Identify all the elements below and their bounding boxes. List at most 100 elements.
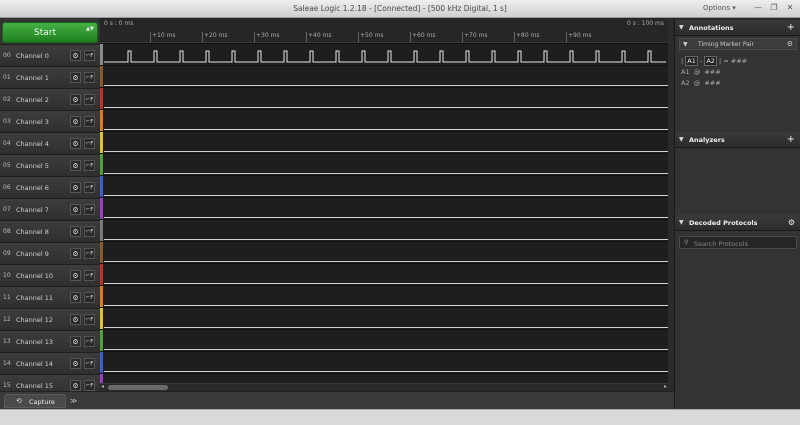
- channel-name[interactable]: Channel 12: [16, 316, 53, 324]
- channel-color-stripe: [100, 352, 103, 374]
- a2-button[interactable]: A2: [704, 56, 717, 66]
- channel-row[interactable]: 14 Channel 14 ⚙ ⌐F: [0, 352, 100, 374]
- channel-name[interactable]: Channel 8: [16, 228, 49, 236]
- analyzers-body: [675, 148, 800, 215]
- scroll-left-icon[interactable]: ◂: [101, 383, 104, 390]
- minimize-button[interactable]: —: [752, 2, 764, 14]
- ruler-tick-label: +30 ms: [256, 32, 280, 39]
- channel-trigger-icon[interactable]: ⌐F: [84, 314, 95, 325]
- channel-row[interactable]: 07 Channel 7 ⚙ ⌐F: [0, 198, 100, 220]
- channel-settings-gear-icon[interactable]: ⚙: [70, 336, 81, 347]
- channel-number: 00: [3, 52, 11, 59]
- channel-row[interactable]: 00 Channel 0 ⚙ ⌐F: [0, 44, 100, 66]
- channel-name[interactable]: Channel 2: [16, 96, 49, 104]
- channel-row[interactable]: 03 Channel 3 ⚙ ⌐F: [0, 110, 100, 132]
- start-button[interactable]: Start ▲▼: [2, 22, 98, 43]
- channel-trigger-icon[interactable]: ⌐F: [84, 270, 95, 281]
- channel-settings-gear-icon[interactable]: ⚙: [70, 226, 81, 237]
- search-protocols-input[interactable]: [694, 239, 794, 248]
- restore-button[interactable]: ❐: [768, 2, 780, 14]
- collapse-triangle-icon[interactable]: ▼: [679, 136, 684, 143]
- ruler-tick: [150, 32, 151, 42]
- channel-settings-gear-icon[interactable]: ⚙: [70, 50, 81, 61]
- channel-settings-gear-icon[interactable]: ⚙: [70, 380, 81, 391]
- channel-settings-gear-icon[interactable]: ⚙: [70, 314, 81, 325]
- start-button-label: Start: [34, 28, 56, 38]
- channel-row[interactable]: 10 Channel 10 ⚙ ⌐F: [0, 264, 100, 286]
- channel-trigger-icon[interactable]: ⌐F: [84, 358, 95, 369]
- a1-button[interactable]: A1: [685, 56, 698, 66]
- add-analyzer-button[interactable]: +: [787, 134, 795, 145]
- decoded-protocols-title: Decoded Protocols: [689, 219, 758, 227]
- channel-trigger-icon[interactable]: ⌐F: [84, 248, 95, 259]
- channel-settings-gear-icon[interactable]: ⚙: [70, 292, 81, 303]
- channel-trigger-icon[interactable]: ⌐F: [84, 292, 95, 303]
- search-protocols-box[interactable]: ⚲: [679, 236, 797, 249]
- channel-name[interactable]: Channel 7: [16, 206, 49, 214]
- start-options-spinner[interactable]: ▲▼: [86, 25, 94, 33]
- channel-settings-gear-icon[interactable]: ⚙: [70, 358, 81, 369]
- channel-settings-gear-icon[interactable]: ⚙: [70, 94, 81, 105]
- channel-row[interactable]: 12 Channel 12 ⚙ ⌐F: [0, 308, 100, 330]
- collapse-triangle-icon[interactable]: ▼: [679, 219, 684, 226]
- channel-name[interactable]: Channel 9: [16, 250, 49, 258]
- channel-trigger-icon[interactable]: ⌐F: [84, 204, 95, 215]
- decoded-gear-icon[interactable]: ⚙: [788, 218, 795, 227]
- channel-trigger-icon[interactable]: ⌐F: [84, 94, 95, 105]
- channel-name[interactable]: Channel 10: [16, 272, 53, 280]
- marker-gear-icon[interactable]: ⚙: [787, 40, 793, 48]
- annotations-header[interactable]: ▼ Annotations +: [675, 20, 800, 36]
- channel-settings-gear-icon[interactable]: ⚙: [70, 138, 81, 149]
- channel-settings-gear-icon[interactable]: ⚙: [70, 182, 81, 193]
- channel-name[interactable]: Channel 11: [16, 294, 53, 302]
- channel-name[interactable]: Channel 14: [16, 360, 53, 368]
- channel-name[interactable]: Channel 5: [16, 162, 49, 170]
- tab-capture[interactable]: ⟲ Capture: [4, 394, 66, 408]
- timing-marker-pair[interactable]: ▼ Timing Marker Pair ⚙: [679, 38, 797, 50]
- channel-name[interactable]: Channel 15: [16, 382, 53, 390]
- channel-settings-gear-icon[interactable]: ⚙: [70, 204, 81, 215]
- channel-trigger-icon[interactable]: ⌐F: [84, 160, 95, 171]
- channel-trigger-icon[interactable]: ⌐F: [84, 380, 95, 391]
- close-button[interactable]: ✕: [784, 2, 796, 14]
- channel-row[interactable]: 08 Channel 8 ⚙ ⌐F: [0, 220, 100, 242]
- channel-name[interactable]: Channel 4: [16, 140, 49, 148]
- channel-name[interactable]: Channel 6: [16, 184, 49, 192]
- scroll-right-icon[interactable]: ▸: [664, 383, 667, 390]
- channel-row[interactable]: 09 Channel 9 ⚙ ⌐F: [0, 242, 100, 264]
- channel-settings-gear-icon[interactable]: ⚙: [70, 72, 81, 83]
- channel-settings-gear-icon[interactable]: ⚙: [70, 270, 81, 281]
- tab-overflow-icon[interactable]: ≫: [70, 397, 77, 405]
- channel-settings-gear-icon[interactable]: ⚙: [70, 160, 81, 171]
- options-menu[interactable]: Options ▾: [703, 4, 736, 12]
- channel-number: 08: [3, 228, 11, 235]
- channel-trigger-icon[interactable]: ⌐F: [84, 116, 95, 127]
- channel-settings-gear-icon[interactable]: ⚙: [70, 116, 81, 127]
- channel-row[interactable]: 13 Channel 13 ⚙ ⌐F: [0, 330, 100, 352]
- channel-trigger-icon[interactable]: ⌐F: [84, 226, 95, 237]
- channel-row[interactable]: 05 Channel 5 ⚙ ⌐F: [0, 154, 100, 176]
- channel-trigger-icon[interactable]: ⌐F: [84, 72, 95, 83]
- scrollbar-thumb[interactable]: [108, 385, 168, 390]
- channel-name[interactable]: Channel 3: [16, 118, 49, 126]
- channel-row[interactable]: 06 Channel 6 ⚙ ⌐F: [0, 176, 100, 198]
- ruler-tick-label: +10 ms: [152, 32, 176, 39]
- channel-trigger-icon[interactable]: ⌐F: [84, 138, 95, 149]
- waveform-area[interactable]: 0 s : 0 ms 0 s : 100 ms +10 ms +20 ms +30 …: [100, 18, 668, 385]
- channel-name[interactable]: Channel 0: [16, 52, 49, 60]
- channel-trigger-icon[interactable]: ⌐F: [84, 182, 95, 193]
- channel-name[interactable]: Channel 1: [16, 74, 49, 82]
- add-annotation-button[interactable]: +: [787, 22, 795, 33]
- analyzers-header[interactable]: ▼ Analyzers +: [675, 132, 800, 148]
- channel-settings-gear-icon[interactable]: ⚙: [70, 248, 81, 259]
- channel-row[interactable]: 02 Channel 2 ⚙ ⌐F: [0, 88, 100, 110]
- channel-trigger-icon[interactable]: ⌐F: [84, 336, 95, 347]
- horizontal-scrollbar[interactable]: ◂ ▸: [100, 383, 668, 391]
- channel-row[interactable]: 11 Channel 11 ⚙ ⌐F: [0, 286, 100, 308]
- channel-row[interactable]: 01 Channel 1 ⚙ ⌐F: [0, 66, 100, 88]
- collapse-triangle-icon[interactable]: ▼: [679, 24, 684, 31]
- channel-name[interactable]: Channel 13: [16, 338, 53, 346]
- channel-trigger-icon[interactable]: ⌐F: [84, 50, 95, 61]
- channel-row[interactable]: 04 Channel 4 ⚙ ⌐F: [0, 132, 100, 154]
- decoded-protocols-header[interactable]: ▼ Decoded Protocols ⚙: [675, 215, 800, 231]
